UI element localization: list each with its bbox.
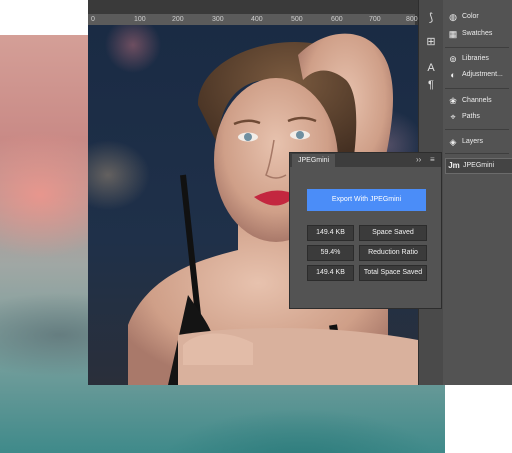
ruler-mark: 300 bbox=[212, 16, 224, 23]
ruler-mark: 600 bbox=[331, 16, 343, 23]
panel-dock: ◍ Color ▦ Swatches ⊚ Libraries ◐ Adjustm… bbox=[443, 0, 512, 385]
panel-item-label: Layers bbox=[462, 138, 484, 145]
paths-icon: ⌖ bbox=[450, 112, 456, 122]
stat-label: Total Space Saved bbox=[359, 265, 427, 281]
ruler-mark: 500 bbox=[291, 16, 303, 23]
paragraph-icon[interactable]: ¶ bbox=[423, 77, 439, 93]
paragraph-style-icon[interactable]: ⟆ bbox=[423, 10, 439, 26]
panel-item-label: Color bbox=[462, 13, 479, 20]
color-icon: ◍ bbox=[449, 12, 457, 22]
panel-item-color[interactable]: ◍ Color bbox=[445, 10, 511, 24]
stat-label: Reduction Ratio bbox=[359, 245, 427, 261]
panel-menu-icon[interactable]: ≡ bbox=[430, 153, 435, 167]
collapse-icon[interactable]: ›› bbox=[416, 153, 421, 167]
ruler-mark: 800 bbox=[406, 16, 418, 23]
panel-item-jpegmini[interactable]: Jm JPEGmini bbox=[445, 158, 512, 174]
character-icon[interactable]: ⊞ bbox=[423, 34, 439, 50]
jpegmini-panel: JPEGmini ›› ≡ Export With JPEGmini 149.4… bbox=[289, 152, 442, 309]
stat-label: Space Saved bbox=[359, 225, 427, 241]
panel-divider bbox=[445, 47, 509, 48]
panel-item-label: Adjustment... bbox=[462, 71, 503, 78]
ruler-mark: 100 bbox=[134, 16, 146, 23]
ruler-mark: 0 bbox=[91, 16, 95, 23]
panel-item-label: JPEGmini bbox=[463, 162, 495, 169]
adjustments-icon: ◐ bbox=[450, 70, 456, 80]
panel-item-paths[interactable]: ⌖ Paths bbox=[445, 110, 511, 124]
channels-icon: ❀ bbox=[449, 96, 457, 106]
stat-value: 149.4 KB bbox=[307, 225, 354, 241]
panel-item-adjustments[interactable]: ◐ Adjustment... bbox=[445, 68, 511, 82]
ruler-mark: 200 bbox=[172, 16, 184, 23]
panel-item-label: Channels bbox=[462, 97, 492, 104]
text-icon[interactable]: A bbox=[423, 60, 439, 76]
panel-item-label: Paths bbox=[462, 113, 480, 120]
tab-jpegmini[interactable]: JPEGmini bbox=[292, 154, 336, 167]
layers-icon: ◈ bbox=[449, 137, 457, 147]
panel-divider bbox=[445, 88, 509, 89]
ruler-mark: 700 bbox=[369, 16, 381, 23]
ruler-mark: 400 bbox=[251, 16, 263, 23]
panel-item-label: Libraries bbox=[462, 55, 489, 62]
export-with-jpegmini-button[interactable]: Export With JPEGmini bbox=[307, 189, 426, 211]
stat-value: 149.4 KB bbox=[307, 265, 354, 281]
panel-divider bbox=[445, 129, 509, 130]
panel-item-label: Swatches bbox=[462, 30, 493, 37]
panel-item-swatches[interactable]: ▦ Swatches bbox=[445, 27, 511, 41]
panel-item-libraries[interactable]: ⊚ Libraries bbox=[445, 52, 511, 66]
panel-item-channels[interactable]: ❀ Channels bbox=[445, 94, 511, 108]
stat-value: 59.4% bbox=[307, 245, 354, 261]
jpegmini-icon: Jm bbox=[448, 161, 460, 170]
swatches-icon: ▦ bbox=[448, 29, 458, 39]
jpegmini-tab-bar: JPEGmini ›› ≡ bbox=[290, 153, 441, 167]
panel-divider bbox=[445, 153, 509, 154]
panel-item-layers[interactable]: ◈ Layers bbox=[445, 135, 511, 149]
libraries-icon: ⊚ bbox=[449, 54, 457, 64]
